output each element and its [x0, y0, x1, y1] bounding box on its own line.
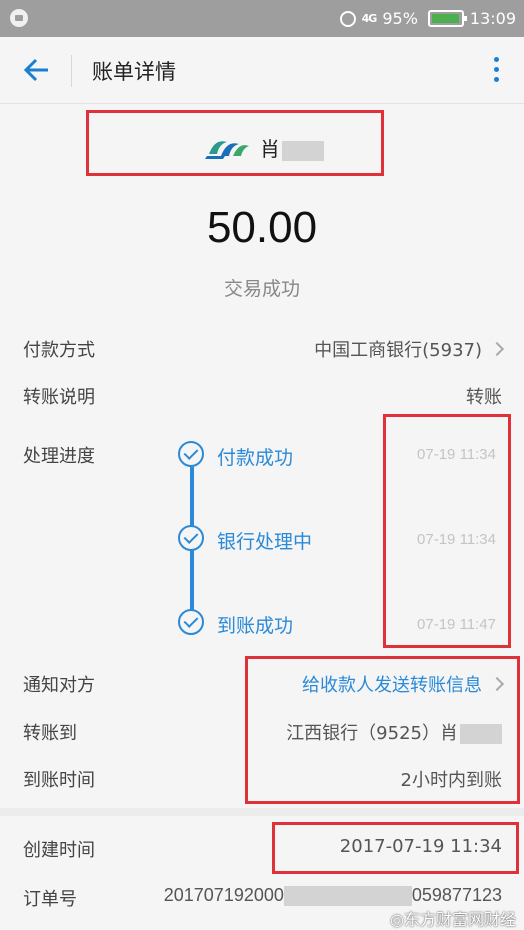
redacted-name — [460, 724, 502, 744]
progress-step-time: 07-19 11:34 — [417, 531, 496, 548]
clock: 13:09 — [469, 9, 516, 28]
progress-step-time: 07-19 11:47 — [417, 616, 496, 633]
watermark: ◎东方财富网财经 — [390, 910, 516, 929]
header-divider — [71, 55, 72, 87]
notification-icon — [10, 9, 28, 27]
payee-section: 肖 — [0, 108, 524, 186]
chevron-right-icon — [489, 341, 505, 357]
battery-percent: 95% — [382, 9, 418, 28]
payee-name: 肖 — [260, 133, 324, 162]
notify-label: 通知对方 — [23, 675, 95, 696]
chevron-right-icon — [489, 676, 505, 692]
transfer-note-value: 转账 — [466, 387, 502, 408]
progress-step: 到账成功 — [217, 615, 294, 637]
created-time-value: 2017-07-19 11:34 — [339, 836, 502, 857]
arrival-time-value: 2小时内到账 — [400, 770, 502, 791]
transaction-status: 交易成功 — [223, 278, 300, 300]
order-number-label: 订单号 — [23, 889, 77, 910]
progress-step: 银行处理中 — [217, 531, 313, 553]
progress-step: 付款成功 — [217, 447, 294, 469]
signal-icon: 4G — [361, 12, 378, 25]
alarm-icon — [339, 10, 356, 27]
check-circle-icon — [178, 441, 204, 467]
payment-method-value: 中国工商银行(5937) — [314, 340, 482, 361]
page-title: 账单详情 — [92, 60, 176, 84]
transfer-to-label: 转账到 — [23, 723, 77, 744]
bank-logo-icon — [205, 141, 249, 159]
notify-recipient-text: 给收款人发送转账信息 — [302, 675, 482, 696]
redacted-name — [282, 140, 324, 161]
status-bar: 4G 95% 13:09 — [0, 0, 524, 37]
notify-recipient-link[interactable]: 给收款人发送转账信息 — [302, 671, 505, 697]
created-time-label: 创建时间 — [23, 840, 95, 861]
more-options-icon[interactable] — [494, 57, 500, 85]
amount: 50.00 — [206, 203, 318, 252]
transfer-to-value: 江西银行（9525）肖 — [286, 719, 502, 745]
redacted-order-digits — [283, 886, 412, 907]
section-divider — [0, 808, 524, 816]
back-arrow-icon[interactable] — [22, 55, 52, 85]
progress-step-time: 07-19 11:34 — [417, 446, 496, 463]
battery-icon — [427, 10, 467, 27]
order-number-value: 201707192000 059877123 — [163, 885, 502, 907]
app-header: 账单详情 — [0, 37, 524, 104]
transfer-note-label: 转账说明 — [23, 387, 95, 408]
arrival-time-label: 到账时间 — [23, 770, 95, 791]
check-circle-icon — [178, 525, 204, 551]
progress-label: 处理进度 — [23, 446, 95, 467]
payment-method-label: 付款方式 — [23, 340, 95, 361]
payment-method-row[interactable]: 中国工商银行(5937) — [314, 336, 505, 362]
check-circle-icon — [178, 609, 204, 635]
